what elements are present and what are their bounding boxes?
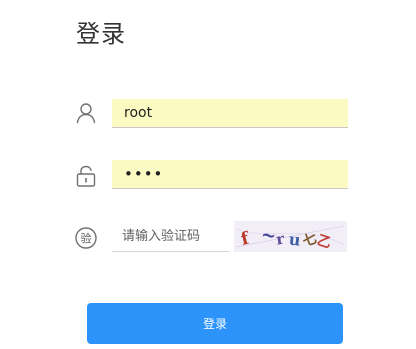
captcha-glyph: u bbox=[288, 230, 302, 250]
captcha-badge-label: 验 bbox=[81, 231, 92, 245]
user-icon bbox=[74, 101, 98, 125]
unlock-icon bbox=[74, 164, 98, 188]
captcha-glyph: r bbox=[275, 229, 287, 248]
page-title: 登录 bbox=[76, 20, 126, 48]
password-input[interactable] bbox=[112, 160, 348, 189]
captcha-input[interactable] bbox=[112, 222, 230, 252]
captcha-image[interactable]: f ~ r u 七 乙 bbox=[234, 221, 347, 252]
captcha-badge-icon: 验 bbox=[74, 226, 98, 250]
captcha-glyph: f bbox=[239, 228, 253, 250]
username-input[interactable] bbox=[112, 99, 348, 128]
login-button[interactable]: 登录 bbox=[87, 303, 343, 344]
